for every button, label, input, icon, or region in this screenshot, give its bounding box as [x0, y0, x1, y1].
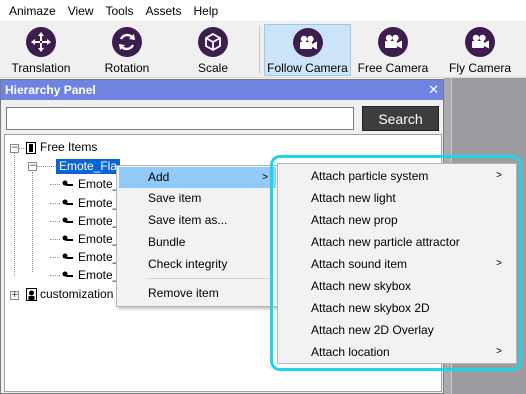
bone-icon: [62, 216, 74, 230]
fly-camera-button[interactable]: Fly Camera: [446, 24, 514, 76]
submenu-attach-new-light[interactable]: Attach new light: [278, 187, 516, 209]
menu-help[interactable]: Help: [188, 0, 225, 22]
bone-icon: [62, 179, 74, 193]
context-menu-check-integrity[interactable]: Check integrity: [119, 254, 276, 275]
context-menu-separator: [147, 278, 273, 279]
submenu-attach-new-particle-attractor[interactable]: Attach new particle attractor: [278, 231, 516, 253]
context-menu-save-item-as[interactable]: Save item as...: [119, 210, 276, 231]
chevron-right-icon: >: [262, 172, 268, 183]
chevron-right-icon: >: [496, 258, 502, 269]
tree-node-free-items[interactable]: Free Items: [40, 140, 97, 154]
tree-connector: [14, 153, 15, 276]
bone-icon: [62, 252, 74, 266]
rotation-label: Rotation: [104, 61, 150, 75]
tree-node-child[interactable]: Emote_: [78, 232, 119, 246]
fly-camera-label: Fly Camera: [448, 61, 511, 75]
toolbar-separator: [259, 26, 260, 74]
tree-connector: [50, 184, 60, 185]
free-camera-button[interactable]: Free Camera: [356, 24, 430, 76]
camera-icon: [292, 28, 323, 57]
scale-button[interactable]: Scale: [185, 24, 241, 76]
menu-tools[interactable]: Tools: [99, 0, 139, 22]
expand-toggle[interactable]: +: [10, 291, 19, 300]
submenu-attach-new-skybox[interactable]: Attach new skybox: [278, 275, 516, 297]
context-menu-add-label: Add: [148, 170, 170, 184]
submenu-attach-new-skybox-2d[interactable]: Attach new skybox 2D: [278, 297, 516, 319]
add-submenu: Attach particle system > Attach new ligh…: [277, 163, 517, 364]
panel-title-bar: Hierarchy Panel ✕: [1, 80, 443, 100]
close-icon[interactable]: ✕: [428, 80, 439, 100]
tree-connector: [50, 221, 60, 222]
tree-connector: [50, 239, 60, 240]
bone-icon: [62, 198, 74, 212]
tree-connector: [32, 172, 33, 272]
translation-arrows-icon: [26, 27, 56, 57]
menu-bar: Animaze View Tools Assets Help: [0, 0, 526, 22]
submenu-attach-new-2d-overlay[interactable]: Attach new 2D Overlay: [278, 319, 516, 341]
context-menu-save-item[interactable]: Save item: [119, 188, 276, 209]
submenu-attach-location[interactable]: Attach location >: [278, 341, 516, 363]
translation-button[interactable]: Translation: [6, 24, 76, 76]
scale-icon: [198, 27, 228, 57]
menu-animaze[interactable]: Animaze: [3, 0, 62, 22]
menu-assets[interactable]: Assets: [140, 0, 188, 22]
tree-connector: [50, 257, 60, 258]
submenu-attach-sound-item[interactable]: Attach sound item >: [278, 253, 516, 275]
context-menu-bundle[interactable]: Bundle: [119, 232, 276, 253]
tree-connector: [50, 275, 60, 276]
tree-connector: [18, 148, 26, 149]
submenu-attach-particle-system[interactable]: Attach particle system >: [278, 165, 516, 187]
follow-camera-button[interactable]: Follow Camera: [264, 24, 351, 76]
submenu-item-label: Attach location: [311, 345, 390, 359]
free-camera-label: Free Camera: [357, 61, 429, 75]
collapse-toggle[interactable]: −: [28, 162, 37, 171]
search-input[interactable]: [6, 107, 354, 130]
tree-node-customization[interactable]: customization: [40, 287, 113, 301]
collapse-toggle[interactable]: −: [10, 144, 19, 153]
bone-icon: [62, 234, 74, 248]
tree-node-child[interactable]: Emote_: [78, 177, 119, 191]
context-menu: Add > Save item Save item as... Bundle C…: [116, 165, 279, 307]
tree-node-child[interactable]: Emote_: [78, 268, 119, 282]
tree-node-child[interactable]: Emote_: [78, 214, 119, 228]
menu-view[interactable]: View: [62, 0, 100, 22]
toolbar: Translation Rotation Scale Follow Camera…: [0, 22, 526, 78]
context-menu-add[interactable]: Add >: [119, 167, 276, 188]
tree-connector: [50, 203, 60, 204]
camera-icon: [378, 27, 408, 57]
group-icon: [26, 142, 36, 157]
panel-title: Hierarchy Panel: [5, 83, 96, 97]
tree-node-child[interactable]: Emote_: [78, 250, 119, 264]
submenu-item-label: Attach sound item: [311, 257, 408, 271]
submenu-attach-new-prop[interactable]: Attach new prop: [278, 209, 516, 231]
bone-icon: [62, 270, 74, 284]
avatar-icon: [26, 288, 37, 304]
tree-node-child[interactable]: Emote_: [78, 196, 119, 210]
translation-label: Translation: [11, 61, 71, 75]
rotation-button[interactable]: Rotation: [95, 24, 159, 76]
chevron-right-icon: >: [496, 170, 502, 181]
chevron-right-icon: >: [496, 346, 502, 357]
context-menu-remove-item[interactable]: Remove item: [119, 283, 276, 304]
camera-icon: [465, 27, 495, 57]
tree-node-selected[interactable]: Emote_Fla: [56, 159, 121, 174]
tree-connector: [36, 166, 56, 167]
search-button[interactable]: Search: [362, 106, 439, 131]
rotation-icon: [112, 27, 142, 57]
follow-camera-label: Follow Camera: [267, 61, 348, 75]
scale-label: Scale: [197, 61, 229, 75]
submenu-item-label: Attach particle system: [311, 169, 429, 183]
